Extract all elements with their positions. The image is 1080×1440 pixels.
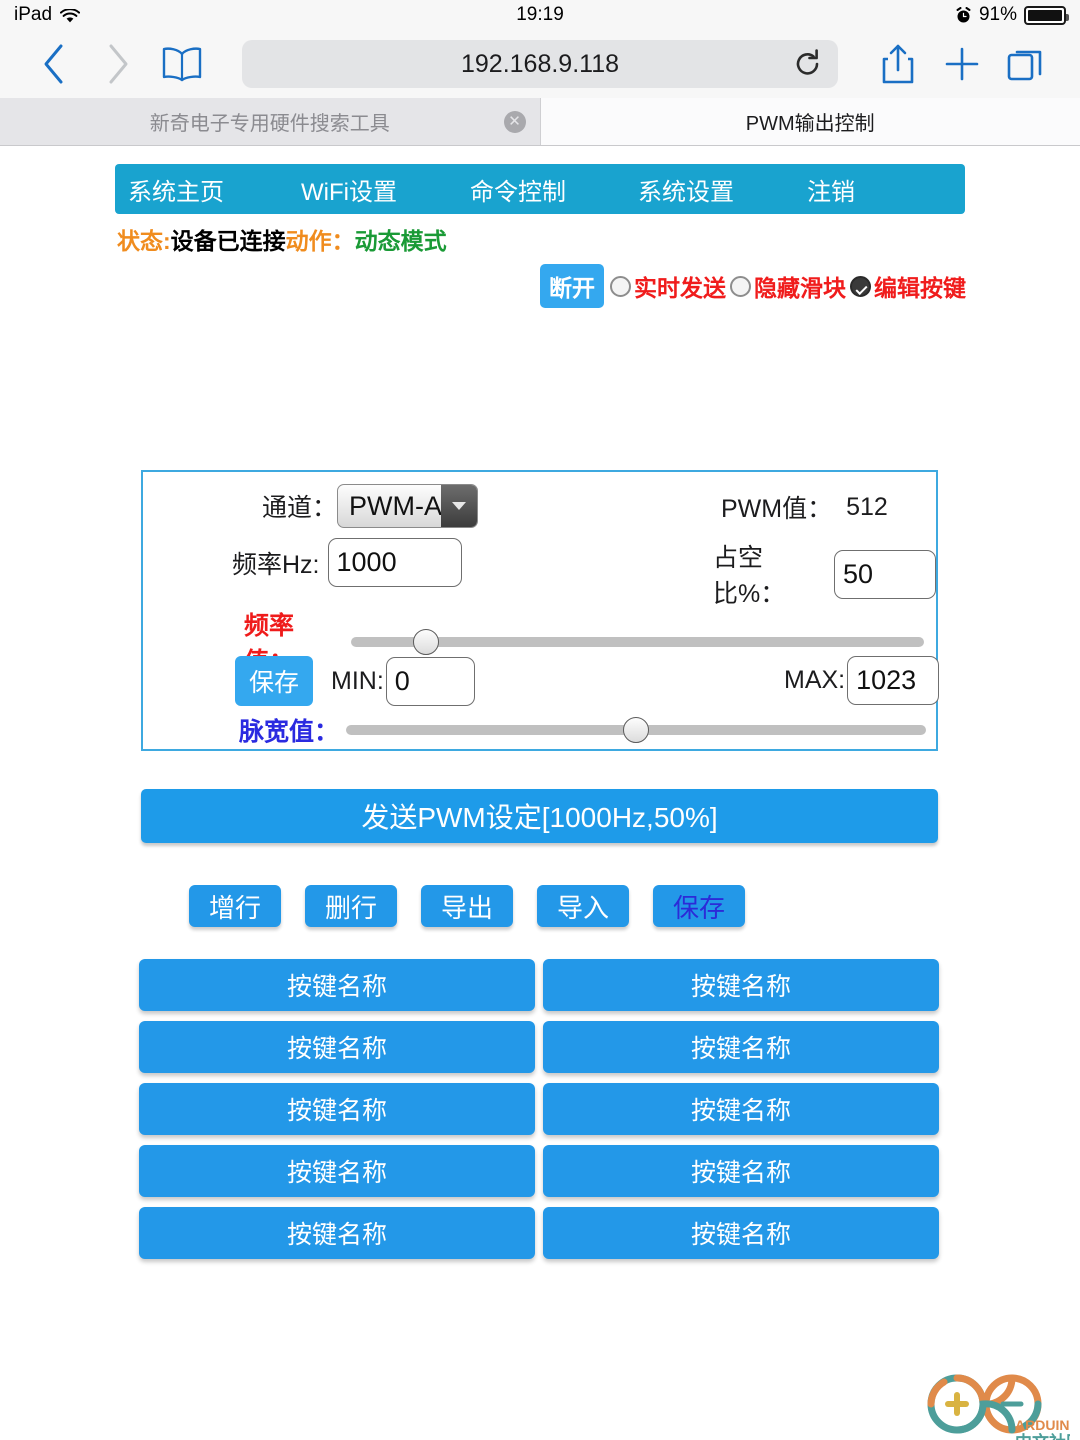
tab-title: 新奇电子专用硬件搜索工具 <box>149 113 390 135</box>
key-button[interactable]: 按键名称 <box>139 959 535 1011</box>
alarm-icon <box>955 6 972 24</box>
book-icon[interactable] <box>150 38 214 90</box>
delete-row-button[interactable]: 删行 <box>305 885 397 927</box>
key-button[interactable]: 按键名称 <box>543 1207 939 1259</box>
share-icon[interactable] <box>866 38 930 90</box>
frequency-slider-thumb[interactable] <box>412 629 439 655</box>
status-key: 状态: <box>117 228 171 254</box>
duty-label: 占空比%： <box>713 544 786 608</box>
key-button[interactable]: 按键名称 <box>139 1083 535 1135</box>
battery-percent: 91% <box>978 4 1017 25</box>
pulse-slider-row: 脉宽值： <box>239 712 929 748</box>
frequency-input[interactable] <box>327 538 462 587</box>
channel-select[interactable]: PWM-A <box>337 484 479 528</box>
pwm-settings-panel: 通道： PWM-A PWM值： 512 频率Hz: 占空比%： 频率值： <box>141 470 940 751</box>
wifi-icon <box>59 7 81 23</box>
frequency-row: 频率Hz: <box>232 538 462 587</box>
browser-tab-active[interactable]: PWM输出控制 <box>540 98 1080 145</box>
close-icon[interactable]: ✕ <box>503 110 526 133</box>
edit-keys-checkbox[interactable] <box>850 275 871 297</box>
pulse-slider[interactable] <box>346 717 927 743</box>
site-navbar: 系统主页 WiFi设置 命令控制 系统设置 注销 <box>115 164 965 214</box>
pwm-value-label: PWM值： <box>721 495 833 523</box>
pulse-slider-thumb[interactable] <box>623 717 650 743</box>
import-button[interactable]: 导入 <box>537 885 629 927</box>
back-icon[interactable] <box>22 38 86 90</box>
url-text: 192.168.9.118 <box>460 49 620 78</box>
nav-item-logout[interactable]: 注销 <box>807 172 855 207</box>
status-bar-right: 91% <box>955 4 1069 26</box>
battery-icon <box>1024 5 1069 25</box>
nav-item-wifi-settings[interactable]: WiFi设置 <box>301 172 397 207</box>
channel-label: 通道： <box>262 494 338 522</box>
duty-row: 占空比%： <box>713 538 936 610</box>
duty-input[interactable] <box>834 549 936 599</box>
nav-item-command-control[interactable]: 命令控制 <box>470 172 566 207</box>
safari-toolbar: 192.168.9.118 <box>0 30 1080 98</box>
key-button[interactable]: 按键名称 <box>543 1083 939 1135</box>
forward-icon <box>86 38 150 90</box>
action-key: 动作： <box>285 228 355 254</box>
save-button[interactable]: 保存 <box>653 885 745 927</box>
hide-slider-label: 隐藏滑块 <box>754 275 846 301</box>
frequency-label: 频率Hz: <box>232 550 320 579</box>
export-button[interactable]: 导出 <box>421 885 513 927</box>
add-row-button[interactable]: 增行 <box>189 885 281 927</box>
browser-tab-inactive[interactable]: 新奇电子专用硬件搜索工具 ✕ <box>0 98 541 145</box>
connection-control-row: 断开 实时发送 隐藏滑块 编辑按键 <box>0 264 1080 308</box>
key-button-grid: 按键名称 按键名称 按键名称 按键名称 按键名称 按键名称 按键名称 按键名称 … <box>139 959 939 1259</box>
row-action-buttons: 增行 删行 导出 导入 保存 <box>189 885 745 927</box>
arduino-chinese-community-logo: ARDUINO 中文社区 <box>920 1366 1080 1440</box>
realtime-send-label: 实时发送 <box>634 275 726 301</box>
max-input[interactable] <box>847 656 940 705</box>
page-content: 系统主页 WiFi设置 命令控制 系统设置 注销 状态:设备已连接动作：动态模式… <box>0 164 1080 1440</box>
send-pwm-button[interactable]: 发送PWM设定[1000Hz,50%] <box>141 789 938 843</box>
frequency-slider[interactable] <box>351 629 924 655</box>
device-status-line: 状态:设备已连接动作：动态模式 <box>117 222 1080 256</box>
pwm-value-readout: 512 <box>846 492 888 521</box>
pulse-slider-label: 脉宽值： <box>239 718 340 746</box>
reload-icon[interactable] <box>794 49 822 79</box>
edit-keys-label: 编辑按键 <box>874 275 966 301</box>
key-button[interactable]: 按键名称 <box>139 1145 535 1197</box>
action-value: 动态模式 <box>354 228 447 254</box>
nav-item-home[interactable]: 系统主页 <box>128 172 224 207</box>
key-button[interactable]: 按键名称 <box>139 1207 535 1259</box>
save-range-button[interactable]: 保存 <box>235 656 314 706</box>
key-button[interactable]: 按键名称 <box>543 959 939 1011</box>
key-button[interactable]: 按键名称 <box>543 1021 939 1073</box>
min-label: MIN: <box>331 666 384 695</box>
tabs-icon[interactable] <box>994 38 1058 90</box>
ios-status-bar: iPad 19:19 91% <box>0 0 1080 30</box>
logo-text-en: ARDUINO <box>1015 1417 1070 1433</box>
min-input[interactable] <box>385 656 475 706</box>
pwm-value-row: PWM值： 512 <box>721 489 888 525</box>
device-name: iPad <box>14 4 53 25</box>
realtime-send-checkbox[interactable] <box>610 275 631 297</box>
status-value: 设备已连接 <box>170 228 286 254</box>
hide-slider-checkbox[interactable] <box>730 275 751 297</box>
max-label: MAX: <box>784 666 846 694</box>
channel-row: 通道： PWM-A <box>262 484 479 528</box>
key-button[interactable]: 按键名称 <box>543 1145 939 1197</box>
channel-select-wrap[interactable]: PWM-A <box>337 484 479 528</box>
key-button[interactable]: 按键名称 <box>139 1021 535 1073</box>
disconnect-button[interactable]: 断开 <box>540 264 604 308</box>
status-bar-left: iPad <box>14 4 81 26</box>
nav-item-system-settings[interactable]: 系统设置 <box>638 172 734 207</box>
save-row: 保存 MIN: <box>235 656 475 706</box>
clock-time: 19:19 <box>516 4 564 25</box>
tab-strip: 新奇电子专用硬件搜索工具 ✕ PWM输出控制 <box>0 98 1080 146</box>
plus-icon[interactable] <box>930 38 994 90</box>
tab-title: PWM输出控制 <box>745 113 875 135</box>
url-bar[interactable]: 192.168.9.118 <box>242 40 838 88</box>
status-bar-clock: 19:19 <box>0 0 1080 30</box>
logo-text-cn: 中文社区 <box>1015 1432 1070 1440</box>
max-row: MAX: <box>784 656 940 705</box>
